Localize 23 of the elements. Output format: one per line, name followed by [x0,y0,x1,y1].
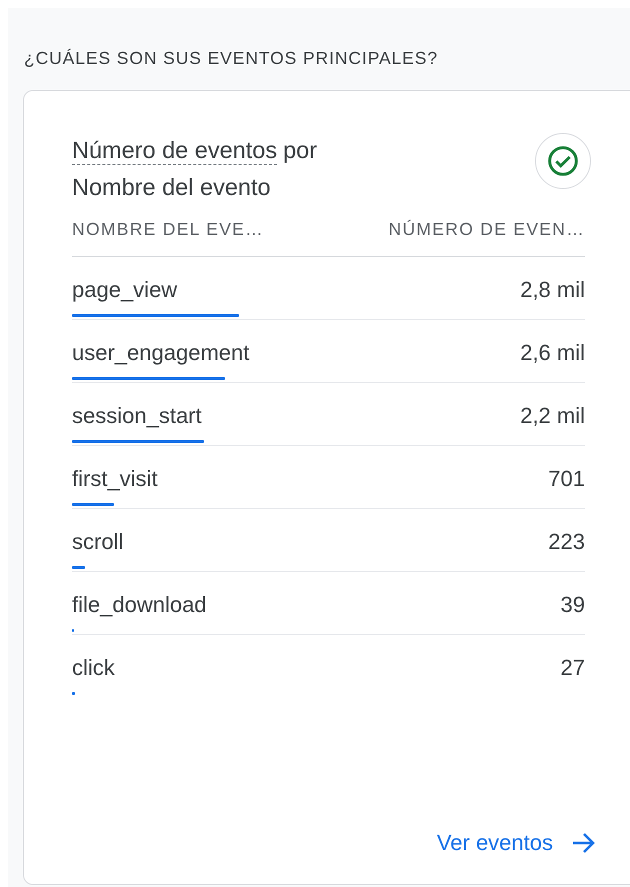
event-count: 2,2 mil [520,403,585,429]
event-count: 2,8 mil [520,277,585,303]
event-count: 39 [560,592,585,618]
event-count: 2,6 mil [520,340,585,366]
title-text: Nombre del evento [72,174,271,200]
event-name: click [72,655,115,681]
column-header: NOMBRE DEL EVE… [72,219,264,240]
title-text: por [283,136,318,165]
event-name: scroll [72,529,124,555]
view-events-link[interactable]: Ver eventos [436,830,597,856]
event-name: session_start [72,403,202,429]
arrow-right-icon [571,831,597,855]
event-count: 223 [548,529,585,555]
event-name: first_visit [72,466,158,492]
column-header: NÚMERO DE EVEN… [388,219,585,240]
event-name: file_download [72,592,207,618]
event-count: 701 [548,466,585,492]
event-name: user_engagement [72,340,250,366]
metric-link[interactable]: Número de eventos [72,136,278,165]
section-heading: ¿CUÁLES SON SUS EVENTOS PRINCIPALES? [23,47,439,70]
check-circle-icon [547,145,579,177]
event-count: 27 [560,655,585,681]
event-name: page_view [72,277,178,303]
